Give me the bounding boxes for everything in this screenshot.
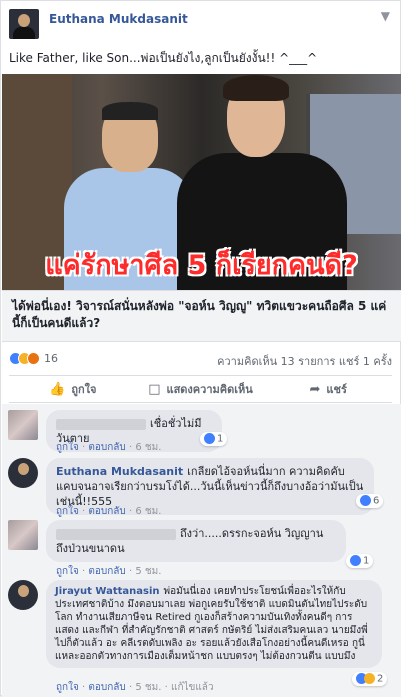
- comment-like-link[interactable]: ถูกใจ: [56, 442, 79, 453]
- link-preview[interactable]: ได้พ่อนี่เอง! วิจารณ์สนั่นหลังพ่อ "จอห์น…: [2, 290, 401, 342]
- comment-button[interactable]: □ แสดงความคิดเห็น: [137, 376, 265, 402]
- post-caption: Like Father, like Son...พ่อเป็นยังไง,ลูก…: [9, 51, 318, 65]
- comment-meta: ถูกใจ · ตอบกลับ · 6 ชม.: [56, 442, 162, 453]
- author-avatar[interactable]: [9, 9, 39, 39]
- post-photo[interactable]: แค่รักษาศีล 5 ก็เรียกคนดี?: [2, 74, 401, 290]
- haha-reaction-icon: [364, 673, 375, 684]
- comment-meta: ถูกใจ · ตอบกลับ · 5 ชม.: [56, 566, 162, 577]
- comment-like-count[interactable]: 6: [356, 494, 384, 508]
- chevron-down-icon[interactable]: ▼: [381, 9, 390, 23]
- thumbs-up-icon: 👍: [49, 381, 66, 397]
- commenter-name[interactable]: Euthana Mukdasanit: [56, 465, 183, 478]
- comment-like-count[interactable]: 2: [352, 672, 388, 686]
- photo-overlay-text: แค่รักษาศีล 5 ก็เรียกคนดี?: [45, 250, 358, 281]
- comment-reply-link[interactable]: ตอบกลับ: [88, 442, 125, 453]
- comment-like-count[interactable]: 1: [346, 554, 374, 568]
- post-stats: 16 ความคิดเห็น 13 รายการ แชร์ 1 ครั้ง: [9, 349, 392, 369]
- reaction-summary[interactable]: 16: [9, 351, 58, 365]
- comment-bubble: Jirayut Wattanasin พ่อมันนี่เอง เคยทำประโ…: [46, 580, 382, 668]
- comment-reply-link[interactable]: ตอบกลับ: [88, 506, 125, 517]
- comment-like-link[interactable]: ถูกใจ: [56, 682, 79, 693]
- like-reaction-icon: [350, 555, 361, 566]
- comment-like-count[interactable]: 1: [200, 432, 228, 446]
- like-reaction-icon: [204, 433, 215, 444]
- like-reaction-icon: [360, 495, 371, 506]
- comment: ถึงว่า.....ดรรกะจอห์น วิญญาน ถึงป่วนขนาด…: [8, 520, 398, 577]
- post-author-name[interactable]: Euthana Mukdasanit: [49, 12, 188, 26]
- comment: Euthana Mukdasanit เกลียดไอ้จอห์นนี่มาก ค…: [8, 458, 398, 517]
- comment-icon: □: [148, 381, 161, 397]
- facebook-post: Euthana Mukdasanit ▼ Like Father, like S…: [0, 0, 401, 697]
- comment: Jirayut Wattanasin พ่อมันนี่เอง เคยทำประโ…: [8, 580, 398, 694]
- reaction-count: 16: [44, 351, 58, 365]
- commenter-avatar[interactable]: [8, 410, 38, 440]
- share-button[interactable]: ➦ แชร์: [264, 376, 392, 402]
- commenter-name[interactable]: Jirayut Wattanasin: [55, 586, 160, 597]
- commenter-avatar[interactable]: [8, 458, 38, 488]
- comment-reply-link[interactable]: ตอบกลับ: [88, 566, 125, 577]
- comment-bubble: ถึงว่า.....ดรรกะจอห์น วิญญาน ถึงป่วนขนาด…: [46, 520, 346, 562]
- commenter-name-redacted: [56, 528, 176, 540]
- comment-like-link[interactable]: ถูกใจ: [56, 506, 79, 517]
- comment-text: พ่อมันนี่เอง เคยทำประโยชน์เพื่ออะไรให้กั…: [55, 586, 368, 662]
- commenter-avatar[interactable]: [8, 520, 38, 550]
- comment: เชื่อชั่วไม่มีวันตาย 1 ถูกใจ · ตอบกลับ ·…: [8, 410, 398, 453]
- comment-meta: ถูกใจ · ตอบกลับ · 5 ชม. · แก้ไขแล้ว: [56, 682, 214, 693]
- comment-like-link[interactable]: ถูกใจ: [56, 566, 79, 577]
- angry-reaction-icon: [27, 351, 40, 365]
- post-header: Euthana Mukdasanit ▼: [9, 9, 392, 43]
- comments-shares-count[interactable]: ความคิดเห็น 13 รายการ แชร์ 1 ครั้ง: [217, 352, 392, 370]
- share-icon: ➦: [309, 381, 321, 397]
- like-button[interactable]: 👍 ถูกใจ: [9, 376, 137, 402]
- commenter-avatar[interactable]: [8, 580, 38, 610]
- link-title: ได้พ่อนี่เอง! วิจารณ์สนั่นหลังพ่อ "จอห์น…: [12, 299, 387, 330]
- comment-reply-link[interactable]: ตอบกลับ: [88, 682, 125, 693]
- comment-meta: ถูกใจ · ตอบกลับ · 6 ชม.: [56, 506, 162, 517]
- comments-section: เชื่อชั่วไม่มีวันตาย 1 ถูกใจ · ตอบกลับ ·…: [2, 404, 401, 697]
- post-actions: 👍 ถูกใจ □ แสดงความคิดเห็น ➦ แชร์: [9, 375, 392, 403]
- commenter-name-redacted: [56, 418, 146, 430]
